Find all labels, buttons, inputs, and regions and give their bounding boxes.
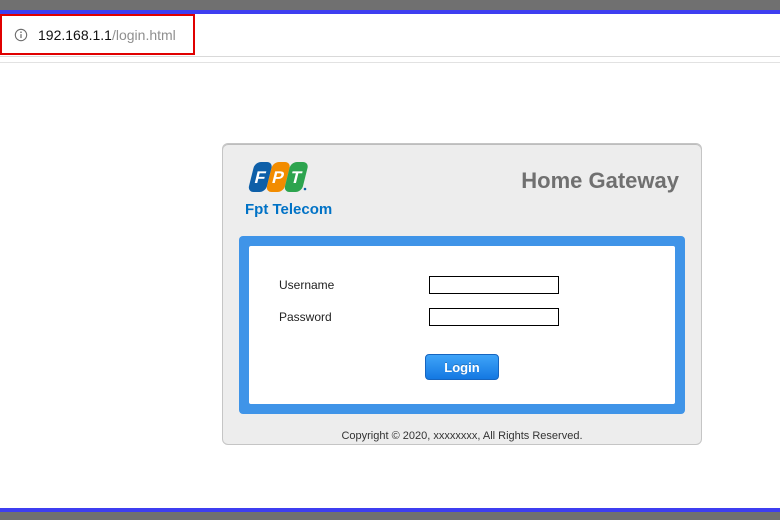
login-button[interactable]: Login	[425, 354, 499, 380]
password-label: Password	[279, 310, 429, 324]
browser-chrome-bottom	[0, 508, 780, 520]
address-bar[interactable]: 192.168.1.1/login.html	[0, 14, 780, 57]
login-box-frame: Username Password Login	[239, 236, 685, 414]
url-host: 192.168.1.1	[38, 27, 112, 43]
copyright-text: Copyright © 2020, xxxxxxxx, All Rights R…	[223, 430, 701, 444]
login-header: F P T Fpt Telecom Home Gateway	[223, 144, 701, 228]
password-row: Password	[279, 308, 645, 326]
username-label: Username	[279, 278, 429, 292]
info-icon	[14, 28, 28, 42]
page-title: Home Gateway	[521, 168, 679, 194]
username-input[interactable]	[429, 276, 559, 294]
login-form: Username Password Login	[249, 246, 675, 404]
username-row: Username	[279, 276, 645, 294]
page-body: F P T Fpt Telecom Home Gateway Username	[0, 63, 780, 510]
url-text: 192.168.1.1/login.html	[38, 27, 176, 43]
window: 192.168.1.1/login.html F P	[0, 0, 780, 520]
address-bar-wrap: 192.168.1.1/login.html	[0, 14, 780, 60]
url-path: /login.html	[112, 27, 176, 43]
brand-subtitle: Fpt Telecom	[245, 201, 332, 218]
button-row: Login	[279, 354, 645, 380]
fpt-logo-icon: F P T	[245, 162, 332, 197]
password-input[interactable]	[429, 308, 559, 326]
login-panel: F P T Fpt Telecom Home Gateway Username	[222, 143, 702, 445]
browser-chrome-top	[0, 0, 780, 14]
brand-block: F P T Fpt Telecom	[245, 162, 332, 218]
